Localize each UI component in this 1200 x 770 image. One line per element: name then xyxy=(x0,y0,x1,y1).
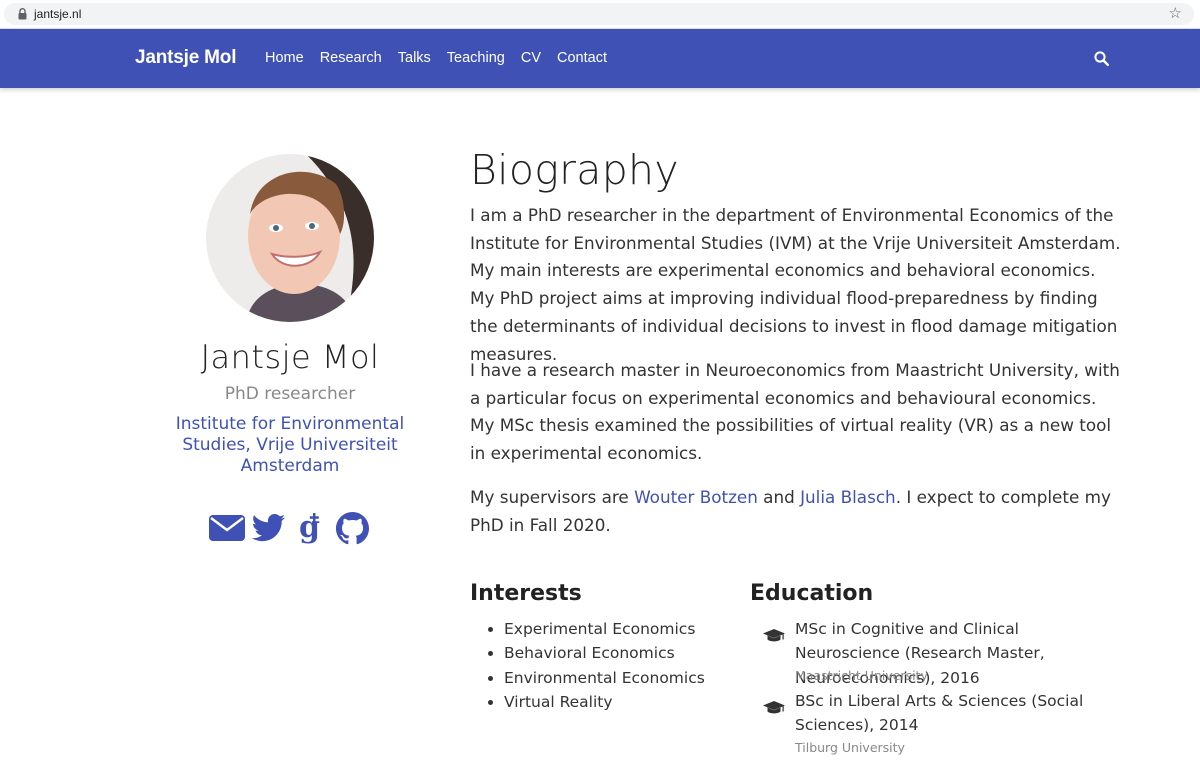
browser-address-bar: jantsje.nl ☆ xyxy=(0,0,1200,29)
nav-contact[interactable]: Contact xyxy=(557,50,607,66)
profile-role: PhD researcher xyxy=(224,384,356,404)
nav-talks[interactable]: Talks xyxy=(398,50,431,66)
education-course: BSc in Liberal Arts & Sciences (Social S… xyxy=(795,692,1084,735)
interests-list: Experimental Economics Behavioral Econom… xyxy=(488,617,705,714)
site-brand[interactable]: Jantsje Mol xyxy=(135,47,236,69)
supervisor-link-julia-blasch[interactable]: Julia Blasch xyxy=(800,487,896,507)
envelope-icon[interactable] xyxy=(209,515,245,541)
nav-links: Home Research Talks Teaching CV Contact xyxy=(265,50,623,66)
supervisor-link-wouter-botzen[interactable]: Wouter Botzen xyxy=(634,487,758,507)
graduation-cap-icon xyxy=(763,629,785,642)
biography-paragraph-3: My supervisors are Wouter Botzen and Jul… xyxy=(470,484,1122,539)
avatar xyxy=(206,154,374,322)
interest-item: Virtual Reality xyxy=(488,690,705,714)
education-institution: Maastricht University xyxy=(795,668,928,683)
interests-title: Interests xyxy=(470,581,582,606)
twitter-icon[interactable] xyxy=(252,514,286,542)
profile-name: Jantsje Mol xyxy=(200,338,380,376)
supervisors-intro: My supervisors are xyxy=(470,487,635,507)
education-title: Education xyxy=(750,581,874,606)
nav-teaching[interactable]: Teaching xyxy=(447,50,505,66)
url-bar[interactable]: jantsje.nl ☆ xyxy=(4,3,1194,25)
education-institution: Tilburg University xyxy=(795,740,905,755)
star-icon[interactable]: ☆ xyxy=(1169,6,1182,22)
profile-organization[interactable]: Institute for Environmental Studies, Vri… xyxy=(165,414,415,477)
graduation-cap-icon xyxy=(763,701,785,714)
navbar: Jantsje Mol Home Research Talks Teaching… xyxy=(0,29,1200,88)
supervisors-and: and xyxy=(757,487,801,507)
interest-item: Behavioral Economics xyxy=(488,641,705,665)
interest-item: Environmental Economics xyxy=(488,666,705,690)
biography-paragraph-1: I am a PhD researcher in the department … xyxy=(470,205,1121,364)
interest-item: Experimental Economics xyxy=(488,617,705,641)
search-icon[interactable] xyxy=(1094,51,1109,66)
svg-text:g: g xyxy=(299,511,320,545)
nav-cv[interactable]: CV xyxy=(521,50,541,66)
google-scholar-icon[interactable]: g xyxy=(297,511,323,545)
profile-photo xyxy=(206,154,374,322)
url-text[interactable]: jantsje.nl xyxy=(34,7,81,21)
nav-research[interactable]: Research xyxy=(320,50,382,66)
biography-title: Biography xyxy=(470,146,679,194)
biography-paragraph-2: I have a research master in Neuroeconomi… xyxy=(470,360,1120,464)
lock-icon[interactable] xyxy=(18,8,27,20)
nav-home[interactable]: Home xyxy=(265,50,304,66)
github-icon[interactable] xyxy=(336,512,369,545)
